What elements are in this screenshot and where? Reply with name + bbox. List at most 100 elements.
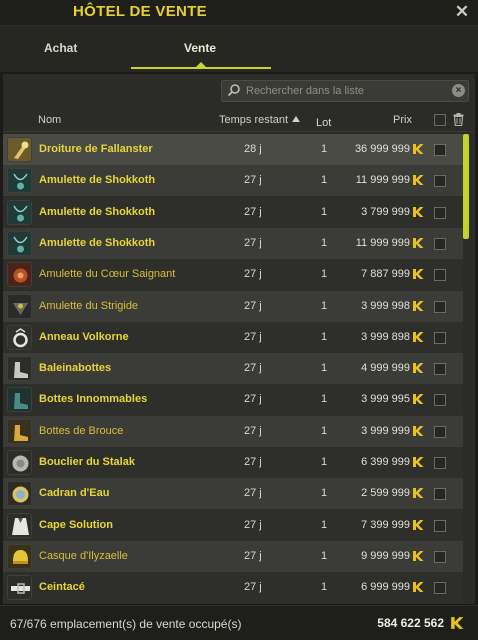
row-checkbox[interactable]: [434, 331, 446, 344]
row-checkbox[interactable]: [434, 300, 446, 313]
item-name[interactable]: Baleinabottes: [39, 362, 111, 374]
boots-teal-icon: [8, 388, 31, 412]
row-checkbox[interactable]: [434, 206, 446, 219]
table-row[interactable]: Anneau Volkorne 27 j 1 3 999 898: [3, 321, 463, 353]
time-remaining: 27 j: [244, 487, 262, 500]
item-name[interactable]: Bottes Innommables: [39, 393, 147, 405]
kama-icon: [413, 488, 424, 499]
table-row[interactable]: Bottes Innommables 27 j 1 3 999 995: [3, 384, 463, 416]
search-box[interactable]: ×: [221, 80, 469, 102]
item-price: 7 887 999: [361, 268, 410, 281]
table-row[interactable]: Droiture de Fallanster 28 j 1 36 999 999: [3, 134, 463, 165]
table-header: Nom Temps restant Lot Prix: [3, 108, 475, 132]
lot-size: 1: [321, 456, 328, 468]
item-name[interactable]: Anneau Volkorne: [39, 331, 129, 343]
item-name[interactable]: Bottes de Brouce: [39, 425, 123, 437]
table-row[interactable]: Casque d'Ilyzaelle 27 j 1 9 999 999: [3, 540, 463, 572]
item-thumbnail: [7, 293, 32, 319]
table-row[interactable]: Bottes de Brouce 27 j 1 3 999 999: [3, 415, 463, 447]
clear-search-icon[interactable]: ×: [452, 84, 465, 97]
item-name[interactable]: Amulette du Strigide: [39, 300, 138, 312]
row-checkbox[interactable]: [434, 519, 446, 532]
item-name[interactable]: Amulette de Shokkoth: [39, 174, 155, 186]
time-remaining: 27 j: [244, 268, 262, 281]
active-tab-notch: [196, 62, 206, 67]
lot-size: 1: [321, 393, 328, 406]
lot-size: 1: [321, 424, 328, 437]
ring-icon: [8, 325, 31, 349]
item-thumbnail: [7, 356, 32, 382]
column-header-time-label: Temps restant: [219, 114, 289, 126]
search-icon: [227, 84, 240, 97]
column-header-time[interactable]: Temps restant: [219, 114, 301, 126]
kama-icon: [413, 144, 424, 154]
item-name[interactable]: Ceintacé: [39, 581, 85, 593]
belt-icon: [8, 576, 31, 600]
item-price: 3 999 998: [361, 299, 410, 312]
row-checkbox[interactable]: [434, 425, 446, 438]
item-thumbnail: [7, 324, 32, 350]
row-checkbox[interactable]: [434, 237, 446, 250]
row-checkbox[interactable]: [434, 394, 446, 407]
tab-achat[interactable]: Achat: [44, 41, 77, 55]
table-row[interactable]: Cape Solution 27 j 1 7 399 999: [3, 509, 463, 541]
dial-icon: [8, 482, 31, 506]
item-name[interactable]: Bouclier du Stalak: [39, 456, 135, 468]
close-icon[interactable]: ✕: [452, 2, 472, 22]
row-checkbox[interactable]: [434, 363, 446, 376]
time-remaining: 27 j: [244, 330, 262, 343]
item-thumbnail: [7, 450, 32, 475]
row-checkbox[interactable]: [434, 457, 446, 469]
scepter-icon: [8, 138, 31, 161]
item-price: 3 799 999: [361, 205, 410, 218]
item-thumbnail: [7, 137, 32, 162]
item-name[interactable]: Cadran d'Eau: [39, 487, 109, 499]
time-remaining: 27 j: [244, 299, 262, 312]
boots-icon: [8, 357, 31, 381]
column-header-lot[interactable]: Lot: [316, 117, 331, 129]
table-row[interactable]: Amulette de Shokkoth 27 j 1 11 999 999: [3, 165, 463, 197]
row-checkbox[interactable]: [434, 488, 446, 501]
tab-bar: Achat Vente: [0, 26, 478, 72]
scrollbar-thumb[interactable]: [463, 134, 469, 239]
time-remaining: 27 j: [244, 205, 262, 218]
row-checkbox[interactable]: [434, 550, 446, 563]
item-name[interactable]: Amulette de Shokkoth: [39, 206, 155, 218]
column-header-name[interactable]: Nom: [38, 114, 61, 126]
row-checkbox[interactable]: [434, 144, 446, 156]
cape-icon: [8, 513, 31, 537]
item-name[interactable]: Amulette de Shokkoth: [39, 237, 155, 249]
table-row[interactable]: Ceintacé 27 j 1 6 999 999: [3, 572, 463, 604]
table-row[interactable]: Amulette du Strigide 27 j 1 3 999 998: [3, 290, 463, 322]
lot-size: 1: [321, 299, 328, 312]
item-price: 11 999 999: [355, 174, 410, 187]
item-name[interactable]: Droiture de Fallanster: [39, 143, 153, 155]
select-all-checkbox[interactable]: [434, 114, 446, 126]
trash-icon[interactable]: [453, 113, 464, 126]
kama-icon: [413, 331, 424, 342]
table-row[interactable]: Amulette de Shokkoth 27 j 1 3 799 999: [3, 196, 463, 228]
row-checkbox[interactable]: [434, 175, 446, 188]
item-name[interactable]: Amulette du Cœur Saignant: [39, 268, 175, 280]
row-checkbox[interactable]: [434, 582, 446, 595]
item-thumbnail: [7, 199, 32, 225]
item-thumbnail: [7, 168, 32, 194]
item-name[interactable]: Casque d'Ilyzaelle: [39, 550, 128, 562]
item-thumbnail: [7, 262, 32, 288]
column-header-price[interactable]: Prix: [393, 114, 412, 126]
scrollbar[interactable]: [463, 134, 469, 604]
table-row[interactable]: Amulette du Cœur Saignant 27 j 1 7 887 999: [3, 259, 463, 291]
amulet-dark-icon: [8, 294, 31, 318]
kama-icon: [413, 519, 424, 530]
tab-vente[interactable]: Vente: [184, 41, 216, 55]
table-row[interactable]: Cadran d'Eau 27 j 1 2 599 999: [3, 478, 463, 510]
item-price: 6 399 999: [361, 456, 410, 468]
table-row[interactable]: Bouclier du Stalak 27 j 1 6 399 999: [3, 447, 463, 478]
table-row[interactable]: Baleinabottes 27 j 1 4 999 999: [3, 353, 463, 385]
lot-size: 1: [321, 487, 328, 500]
row-checkbox[interactable]: [434, 269, 446, 282]
total-price: 584 622 562: [377, 616, 444, 630]
table-row[interactable]: Amulette de Shokkoth 27 j 1 11 999 999: [3, 227, 463, 259]
search-input[interactable]: [246, 83, 446, 99]
item-name[interactable]: Cape Solution: [39, 519, 113, 531]
